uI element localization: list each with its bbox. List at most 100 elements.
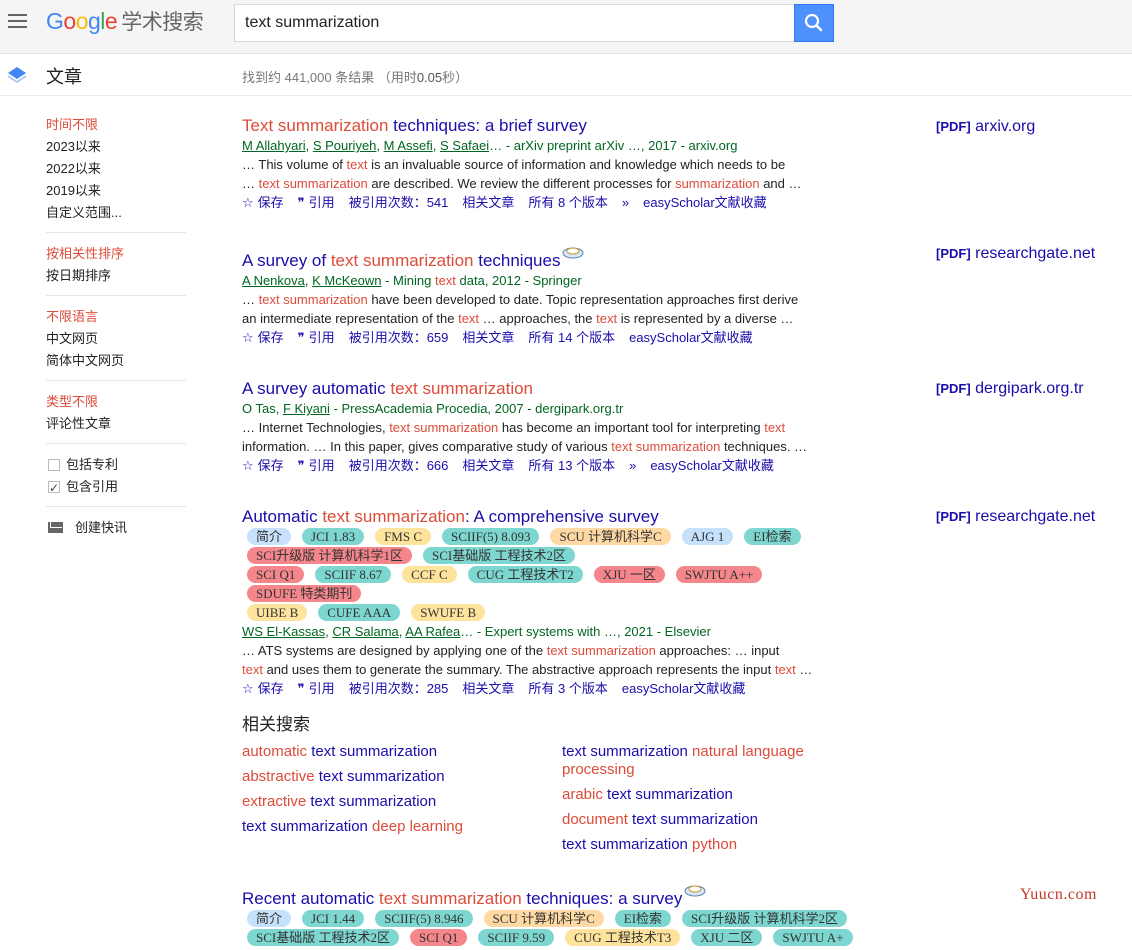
related-articles-link[interactable]: 相关文章 — [462, 195, 514, 210]
easyscholar-save-link[interactable]: easyScholar文献收藏 — [629, 330, 753, 345]
time-filter-2019[interactable]: 2019以来 — [46, 180, 186, 202]
search-button[interactable] — [794, 4, 834, 42]
easyscholar-save-link[interactable]: easyScholar文献收藏 — [622, 681, 746, 696]
snippet-text: information. … In this paper, gives comp… — [242, 439, 612, 454]
unchecked-box-icon[interactable] — [48, 458, 60, 471]
pdf-link[interactable]: [PDF] researchgate.net — [936, 245, 1095, 263]
result-title-link[interactable]: Recent automatic text summarization tech… — [242, 885, 882, 909]
related-search-link[interactable]: automatic text summarization — [242, 743, 492, 761]
save-button[interactable]: ☆ 保存 — [242, 195, 284, 210]
related-articles-link[interactable]: 相关文章 — [462, 330, 514, 345]
lang-filter-simplified-chinese[interactable]: 简体中文网页 — [46, 350, 186, 372]
cite-button[interactable]: ❞ 引用 — [298, 681, 335, 696]
create-alert-link[interactable]: 创建快讯 — [46, 517, 186, 539]
related-search-link[interactable]: abstractive text summarization — [242, 768, 492, 786]
cite-button[interactable]: ❞ 引用 — [298, 330, 335, 345]
snippet-text: … — [242, 292, 259, 307]
type-filter-review[interactable]: 评论性文章 — [46, 413, 186, 435]
result-title-link[interactable]: A survey of text summarization technique… — [242, 247, 882, 271]
cited-by-link[interactable]: 被引用次数：285 — [349, 681, 449, 696]
time-filter-2022[interactable]: 2022以来 — [46, 158, 186, 180]
journal-rank-badge: SCI基础版 工程技术2区 — [422, 547, 575, 564]
sort-by-date[interactable]: 按日期排序 — [46, 265, 186, 287]
author-link[interactable]: M Allahyari — [242, 138, 306, 153]
author-link[interactable]: S Pouriyeh — [313, 138, 377, 153]
section-label[interactable]: 文章 — [46, 63, 82, 89]
sort-by-relevance[interactable]: 按相关性排序 — [46, 243, 186, 265]
checked-box-icon[interactable]: ✓ — [48, 480, 60, 495]
related-articles-link[interactable]: 相关文章 — [462, 458, 514, 473]
cite-button[interactable]: ❞ 引用 — [298, 458, 335, 473]
all-versions-link[interactable]: 所有 13 个版本 — [528, 458, 615, 473]
more-options-icon[interactable]: » — [629, 458, 636, 473]
lang-filter-chinese[interactable]: 中文网页 — [46, 328, 186, 350]
author-link[interactable]: A Nenkova — [242, 273, 305, 288]
star-icon: ☆ — [242, 195, 254, 210]
author-link[interactable]: K McKeown — [312, 273, 381, 288]
result-title-link[interactable]: Text summarization techniques: a brief s… — [242, 116, 882, 136]
related-search-link[interactable]: text summarization python — [562, 836, 812, 854]
author-text: … - arXiv preprint arXiv …, 2017 - arxiv… — [489, 138, 738, 153]
result-title-link[interactable]: A survey automatic text summarization — [242, 379, 882, 399]
hamburger-menu-icon[interactable] — [8, 11, 28, 31]
search-input[interactable] — [235, 5, 795, 41]
author-link[interactable]: S Safaei — [440, 138, 489, 153]
easyscholar-tags: 简介 JCI 1.83 FMS C SCIIF(5) 8.093 SCU 计算机科学C A… — [242, 527, 882, 622]
related-search-link[interactable]: text summarization natural language proc… — [562, 743, 812, 779]
search-box — [234, 4, 796, 42]
google-scholar-logo[interactable]: Google 学术搜索 — [46, 6, 204, 36]
cite-label: 引用 — [308, 681, 335, 696]
snippet-text: text — [764, 420, 786, 435]
cited-by-link[interactable]: 被引用次数：659 — [349, 330, 449, 345]
time-filter-custom[interactable]: 自定义范围... — [46, 202, 186, 224]
journal-rank-badge[interactable]: 简介 — [247, 910, 292, 927]
title-text: text summarization — [322, 507, 465, 526]
result-title-link[interactable]: Automatic text summarization: A comprehe… — [242, 507, 882, 527]
cite-button[interactable]: ❞ 引用 — [298, 195, 335, 210]
title-text: A survey of — [242, 251, 331, 270]
more-options-icon[interactable]: » — [622, 195, 629, 210]
journal-rank-badge: UIBE B — [247, 604, 308, 621]
type-filter-any[interactable]: 类型不限 — [46, 391, 186, 413]
save-button[interactable]: ☆ 保存 — [242, 330, 284, 345]
full-text-badge-icon[interactable] — [684, 883, 706, 897]
stats-prefix: 找到约 441,000 条结果 （用时 — [242, 70, 417, 85]
journal-rank-badge: SCI Q1 — [247, 566, 305, 583]
cited-by-link[interactable]: 被引用次数：666 — [349, 458, 449, 473]
author-link[interactable]: AA Rafea — [405, 624, 460, 639]
snippet-text: text summarization — [258, 176, 368, 191]
related-search-link[interactable]: extractive text summarization — [242, 793, 492, 811]
author-link[interactable]: CR Salama — [332, 624, 398, 639]
pdf-link[interactable]: [PDF] arxiv.org — [936, 118, 1035, 136]
include-citations-checkbox[interactable]: ✓ 包含引用 — [46, 476, 186, 498]
journal-rank-badge[interactable]: 简介 — [247, 528, 292, 545]
author-link[interactable]: F Kiyani — [283, 401, 330, 416]
all-versions-link[interactable]: 所有 3 个版本 — [528, 681, 607, 696]
logo-letter: o — [75, 8, 89, 34]
author-link[interactable]: WS El-Kassas — [242, 624, 325, 639]
all-versions-link[interactable]: 所有 14 个版本 — [528, 330, 615, 345]
pdf-link[interactable]: [PDF] researchgate.net — [936, 508, 1095, 526]
related-search-text: document — [562, 811, 628, 828]
pdf-link[interactable]: [PDF] dergipark.org.tr — [936, 380, 1084, 398]
save-button[interactable]: ☆ 保存 — [242, 458, 284, 473]
time-filter-any[interactable]: 时间不限 — [46, 114, 186, 136]
full-text-badge-icon[interactable] — [562, 245, 584, 259]
all-versions-link[interactable]: 所有 8 个版本 — [528, 195, 607, 210]
author-link[interactable]: M Assefi — [384, 138, 433, 153]
journal-rank-badge: SCI Q1 — [409, 929, 468, 946]
related-search-link[interactable]: text summarization deep learning — [242, 818, 492, 836]
related-search-link[interactable]: document text summarization — [562, 811, 812, 829]
include-patents-checkbox[interactable]: 包括专利 — [46, 454, 186, 476]
related-search-link[interactable]: arabic text summarization — [562, 786, 812, 804]
tag-row: 简介 JCI 1.83 FMS C SCIIF(5) 8.093 SCU 计算机科学C A… — [242, 527, 882, 546]
snippet-text: … — [242, 176, 259, 191]
journal-rank-badge: CUG 工程技术T3 — [565, 929, 681, 946]
time-filter-2023[interactable]: 2023以来 — [46, 136, 186, 158]
lang-filter-any[interactable]: 不限语言 — [46, 306, 186, 328]
easyscholar-save-link[interactable]: easyScholar文献收藏 — [643, 195, 767, 210]
related-articles-link[interactable]: 相关文章 — [462, 681, 514, 696]
cited-by-link[interactable]: 被引用次数：541 — [349, 195, 449, 210]
easyscholar-save-link[interactable]: easyScholar文献收藏 — [650, 458, 774, 473]
save-button[interactable]: ☆ 保存 — [242, 681, 284, 696]
